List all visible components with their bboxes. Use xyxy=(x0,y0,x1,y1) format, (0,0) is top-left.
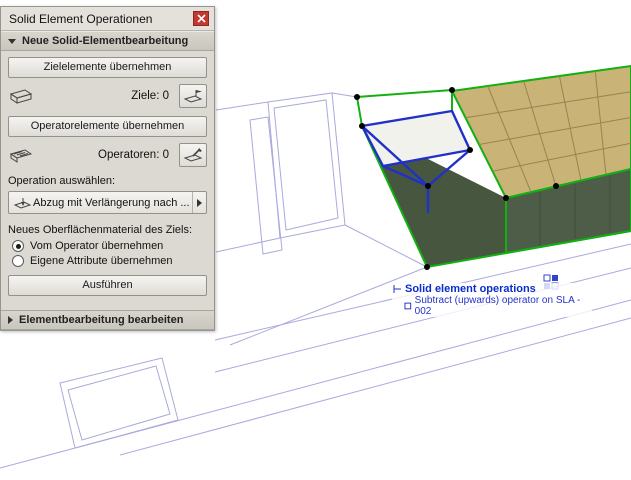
collapse-icon xyxy=(8,38,16,44)
pick-target-button[interactable] xyxy=(179,84,207,108)
expand-icon xyxy=(8,316,13,324)
operator-elements-icon xyxy=(8,144,36,166)
close-icon xyxy=(196,14,206,23)
radio-unselected-icon xyxy=(12,255,24,267)
operation-icon xyxy=(13,197,32,209)
radio-own-attributes[interactable]: Eigene Attribute übernehmen xyxy=(12,255,207,267)
target-elements-icon xyxy=(8,85,36,107)
tooltip-title: Solid element operations xyxy=(405,283,536,295)
pick-operator-icon xyxy=(183,148,203,162)
section-new-operation[interactable]: Neue Solid-Elementbearbeitung xyxy=(1,31,214,51)
radio-own-attributes-label: Eigene Attribute übernehmen xyxy=(30,255,173,267)
tooltip-detail: Subtract (upwards) operator on SLA - 002 xyxy=(414,295,581,317)
section-new-label: Neue Solid-Elementbearbeitung xyxy=(22,35,189,47)
radio-selected-icon xyxy=(12,240,24,252)
section-edit-label: Elementbearbeitung bearbeiten xyxy=(19,314,184,326)
close-button[interactable] xyxy=(193,11,209,26)
execute-button[interactable]: Ausführen xyxy=(8,275,207,296)
operation-selected-value: Abzug mit Verlängerung nach ... xyxy=(33,196,190,209)
panel-title: Solid Element Operationen xyxy=(9,11,153,26)
section-edit-operations[interactable]: Elementbearbeitung bearbeiten xyxy=(1,310,214,330)
panel-titlebar[interactable]: Solid Element Operationen xyxy=(1,7,214,31)
dropdown-arrow-icon xyxy=(197,198,202,207)
operators-count-label: Operatoren: 0 xyxy=(98,149,169,161)
operation-select-label: Operation auswählen: xyxy=(8,175,116,187)
sub-item-icon xyxy=(404,302,412,310)
take-target-elements-button[interactable]: Zielelemente übernehmen xyxy=(8,57,207,78)
tree-branch-icon xyxy=(393,285,401,293)
radio-from-operator[interactable]: Vom Operator übernehmen xyxy=(12,240,207,252)
take-operator-elements-button[interactable]: Operatorelemente übernehmen xyxy=(8,116,207,137)
dropdown-arrow[interactable] xyxy=(192,192,206,213)
application-window: Solid element operations Subtract (upwar… xyxy=(0,0,631,480)
viewport-tooltip: Solid element operations Subtract (upwar… xyxy=(392,283,592,317)
panel-content: Zielelemente übernehmen Ziele: 0 Operato… xyxy=(1,51,214,310)
radio-from-operator-label: Vom Operator übernehmen xyxy=(30,240,164,252)
slab-element[interactable] xyxy=(354,64,631,270)
pick-operator-button[interactable] xyxy=(179,143,207,167)
operation-dropdown[interactable]: Abzug mit Verlängerung nach ... xyxy=(8,191,207,214)
material-section-label: Neues Oberflächenmaterial des Ziels: xyxy=(8,224,193,236)
solid-element-operations-panel: Solid Element Operationen Neue Solid-Ele… xyxy=(0,6,215,331)
pick-target-icon xyxy=(183,90,203,103)
targets-count-label: Ziele: 0 xyxy=(131,90,169,102)
